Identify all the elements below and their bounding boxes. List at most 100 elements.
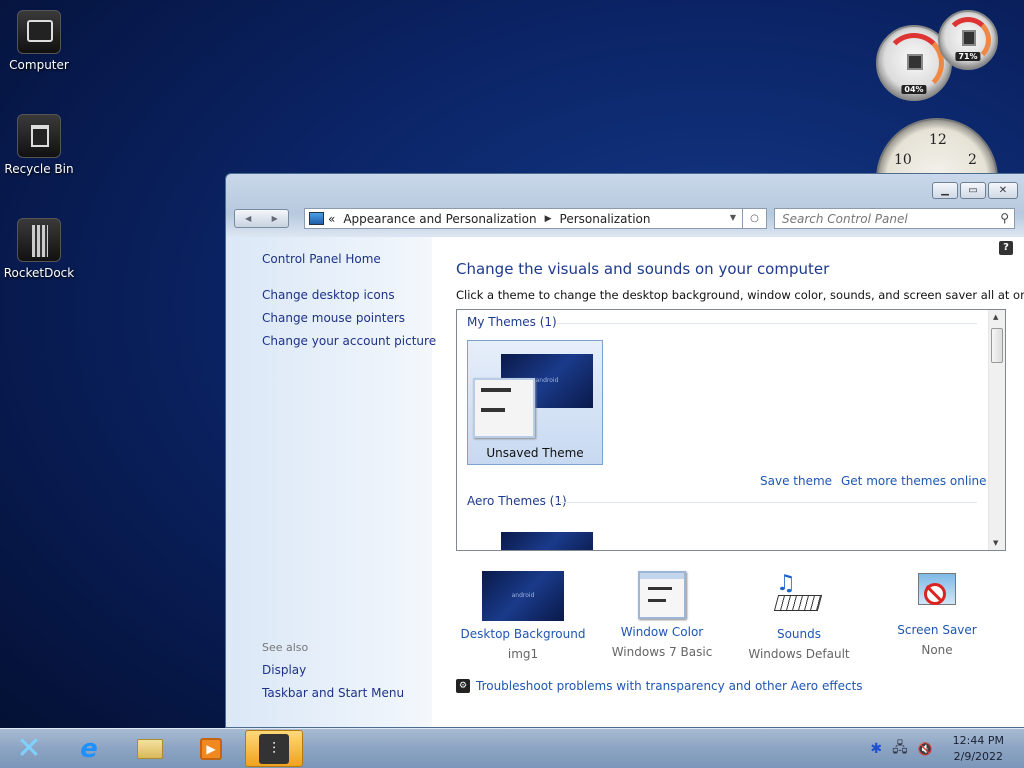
taskbar: ✕ e ▶ ⫶ ✱ 🖧 🔇 12:44 PM 2/9/2022	[0, 728, 1024, 768]
troubleshoot-link-row[interactable]: ⚙ Troubleshoot problems with transparenc…	[456, 679, 863, 693]
breadcrumb-personalization[interactable]: Personalization	[560, 212, 651, 226]
group-divider	[557, 323, 977, 324]
page-title: Change the visuals and sounds on your co…	[456, 260, 830, 278]
clock-time: 12:44 PM	[952, 734, 1004, 747]
setting-label[interactable]: Window Color	[592, 625, 732, 639]
address-dropdown-icon[interactable]: ▼	[730, 213, 736, 222]
help-icon[interactable]: ?	[999, 241, 1013, 255]
clock-numeral: 2	[968, 152, 977, 168]
refresh-button[interactable]: ○	[743, 208, 767, 229]
taskbar-media-player[interactable]: ▶	[182, 730, 240, 767]
setting-value: Windows Default	[748, 647, 850, 661]
memory-icon	[962, 30, 976, 46]
memory-meter-gadget[interactable]: 71%	[938, 10, 998, 70]
search-icon[interactable]: ⚲	[1000, 211, 1009, 225]
personalization-window: ▁ ▭ ✕ ◀ ▶ « Appearance and Personalizati…	[225, 173, 1024, 728]
save-theme-link[interactable]: Save theme	[760, 474, 832, 488]
setting-label[interactable]: Screen Saver	[867, 623, 1007, 637]
change-mouse-pointers-link[interactable]: Change mouse pointers	[262, 311, 405, 325]
aero-theme-thumbnail[interactable]	[501, 532, 593, 550]
scroll-down-icon[interactable]: ▼	[993, 539, 998, 547]
desktop-icon-recycle-bin[interactable]: Recycle Bin	[0, 114, 78, 176]
desktop-icon-label: Recycle Bin	[4, 162, 74, 176]
maximize-button[interactable]: ▭	[960, 182, 986, 199]
change-account-picture-link[interactable]: Change your account picture	[262, 334, 436, 348]
taskbar-internet-explorer[interactable]: e	[60, 730, 118, 767]
theme-list[interactable]: My Themes (1) android Unsaved Theme Save…	[456, 309, 1006, 551]
screen-saver-icon	[914, 571, 960, 617]
clock-numeral: 12	[929, 132, 947, 148]
theme-name: Unsaved Theme	[486, 446, 584, 460]
desktop-icon-rocketdock[interactable]: RocketDock	[0, 218, 78, 280]
clock-numeral: 10	[894, 152, 912, 168]
theme-thumbnail-window	[473, 378, 535, 438]
cpu-usage-value: 04%	[901, 85, 927, 94]
back-arrow-icon[interactable]: ◀	[245, 214, 251, 223]
desktop-background-setting[interactable]: android Desktop Background img1	[453, 571, 593, 661]
breadcrumb-chevron-icon[interactable]: ▶	[545, 214, 552, 224]
troubleshoot-icon: ⚙	[456, 679, 470, 693]
window-content: Control Panel Home Change desktop icons …	[232, 237, 1024, 727]
change-desktop-icons-link[interactable]: Change desktop icons	[262, 288, 395, 302]
system-tray: ✱ 🖧 🔇 12:44 PM 2/9/2022	[870, 729, 1024, 768]
theme-unsaved[interactable]: android Unsaved Theme	[467, 340, 603, 465]
scroll-up-icon[interactable]: ▲	[993, 313, 998, 321]
rocketdock-icon	[17, 218, 61, 262]
volume-muted-icon[interactable]: 🔇	[918, 742, 933, 756]
network-icon[interactable]: 🖧	[892, 737, 908, 761]
see-also-heading: See also	[262, 641, 309, 654]
sounds-icon: ♫	[773, 571, 824, 621]
sounds-setting[interactable]: ♫ Sounds Windows Default	[729, 571, 869, 661]
forward-arrow-icon[interactable]: ▶	[272, 214, 278, 223]
desktop-icon-label: RocketDock	[3, 266, 75, 280]
control-panel-icon	[309, 212, 324, 225]
minimize-icon: ▁	[941, 185, 949, 196]
control-panel-sliders-icon: ⫶	[259, 733, 289, 764]
screen-saver-setting[interactable]: Screen Saver None	[867, 571, 1007, 657]
setting-value: Windows 7 Basic	[611, 645, 713, 659]
get-more-themes-link[interactable]: Get more themes online	[841, 474, 987, 488]
desktop-icon-label: Computer	[9, 58, 69, 72]
memory-usage-value: 71%	[955, 52, 981, 61]
back-forward-buttons: ◀ ▶	[234, 209, 289, 228]
control-panel-home-link[interactable]: Control Panel Home	[262, 252, 381, 266]
thumbnail-text: android	[511, 592, 535, 599]
taskbar-control-panel[interactable]: ⫶	[245, 730, 303, 767]
search-placeholder: Search Control Panel	[782, 212, 908, 226]
display-link[interactable]: Display	[262, 663, 306, 677]
folder-icon	[137, 738, 163, 759]
start-x-icon: ✕	[16, 731, 42, 766]
setting-value: img1	[507, 647, 539, 661]
troubleshoot-link[interactable]: Troubleshoot problems with transparency …	[476, 679, 863, 693]
setting-label[interactable]: Sounds	[729, 627, 869, 641]
search-input[interactable]: Search Control Panel ⚲	[774, 208, 1015, 229]
desktop-icon-computer[interactable]: Computer	[0, 10, 78, 72]
internet-explorer-icon: e	[80, 733, 98, 764]
breadcrumb-overflow[interactable]: «	[328, 212, 335, 226]
thumbnail-text: android	[535, 377, 559, 384]
close-icon: ✕	[998, 185, 1008, 196]
start-button[interactable]: ✕	[0, 730, 58, 767]
window-color-icon	[638, 571, 686, 619]
scroll-thumb[interactable]	[991, 328, 1003, 363]
setting-value: None	[921, 643, 953, 657]
media-player-icon: ▶	[200, 737, 222, 760]
desktop-background-icon: android	[482, 571, 564, 621]
taskbar-file-explorer[interactable]	[121, 730, 179, 767]
refresh-icon: ○	[750, 213, 759, 224]
minimize-button[interactable]: ▁	[932, 182, 958, 199]
breadcrumb-appearance[interactable]: Appearance and Personalization	[343, 212, 536, 226]
group-header-aero-themes[interactable]: Aero Themes (1)	[467, 494, 567, 508]
window-color-setting[interactable]: Window Color Windows 7 Basic	[592, 571, 732, 659]
bluetooth-icon[interactable]: ✱	[870, 741, 882, 757]
taskbar-start-menu-link[interactable]: Taskbar and Start Menu	[262, 686, 404, 700]
window-title-buttons: ▁ ▭ ✕	[932, 182, 1018, 199]
address-bar[interactable]: « Appearance and Personalization ▶ Perso…	[304, 208, 743, 229]
close-button[interactable]: ✕	[988, 182, 1018, 199]
taskbar-clock[interactable]: 12:44 PM 2/9/2022	[953, 733, 1004, 765]
theme-list-scrollbar[interactable]: ▲ ▼	[988, 310, 1005, 550]
group-header-my-themes[interactable]: My Themes (1)	[467, 315, 557, 329]
left-navigation-pane: Control Panel Home Change desktop icons …	[232, 237, 436, 727]
group-divider	[557, 502, 977, 503]
setting-label[interactable]: Desktop Background	[453, 627, 593, 641]
